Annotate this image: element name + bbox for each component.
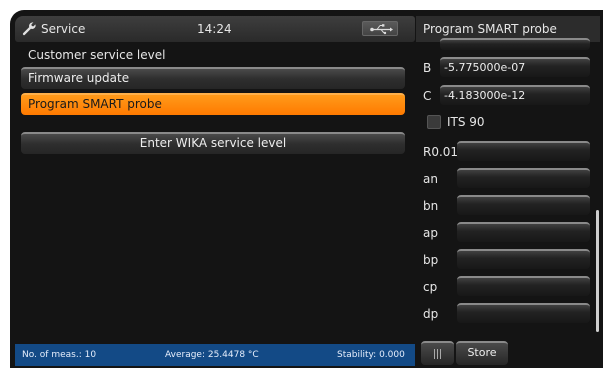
coef-field[interactable]: [457, 195, 590, 215]
measurement-count: No. of meas.: 10: [22, 350, 97, 360]
section-label: Customer service level: [28, 48, 166, 62]
coef-field[interactable]: [457, 249, 590, 269]
param-b-label: B: [423, 61, 432, 75]
enter-wika-service-level-button[interactable]: Enter WIKA service level: [21, 132, 405, 154]
coef-field[interactable]: [457, 168, 590, 188]
coef-label: an: [423, 172, 438, 186]
scrollbar[interactable]: [596, 210, 599, 332]
grip-button[interactable]: [421, 341, 454, 365]
title-bar: Service 14:24: [15, 16, 415, 42]
app-title: Service: [41, 22, 86, 36]
firmware-update-button[interactable]: Firmware update: [21, 67, 405, 89]
its90-label: ITS 90: [447, 115, 485, 129]
coef-label: ap: [423, 226, 438, 240]
coef-field[interactable]: [457, 303, 590, 323]
param-c-field[interactable]: -4.183000e-12: [440, 85, 590, 105]
param-c-label: C: [423, 89, 432, 103]
coef-label: cp: [423, 280, 438, 294]
coef-label: R0.01: [423, 145, 459, 159]
wrench-icon: [22, 22, 36, 36]
status-bar: No. of meas.: 10 Average: 25.4478 °C Sta…: [15, 344, 415, 366]
usb-icon: [362, 21, 398, 36]
coef-field[interactable]: [457, 276, 590, 296]
device-screen: Service 14:24 Program SMART probe Custom…: [10, 10, 603, 368]
stability-readout: Stability: 0.000: [337, 350, 405, 360]
coef-label: bn: [423, 199, 439, 213]
its90-checkbox[interactable]: [427, 115, 441, 129]
store-button[interactable]: Store: [456, 341, 508, 365]
coef-field[interactable]: [457, 141, 590, 161]
coef-field[interactable]: [457, 222, 590, 242]
clock: 14:24: [197, 22, 232, 36]
coef-label: dp: [423, 307, 439, 321]
partial-field[interactable]: [440, 38, 590, 50]
param-b-field[interactable]: -5.775000e-07: [440, 57, 590, 77]
program-smart-probe-button[interactable]: Program SMART probe: [21, 93, 405, 115]
coef-label: bp: [423, 253, 439, 267]
average-readout: Average: 25.4478 °C: [165, 350, 259, 360]
